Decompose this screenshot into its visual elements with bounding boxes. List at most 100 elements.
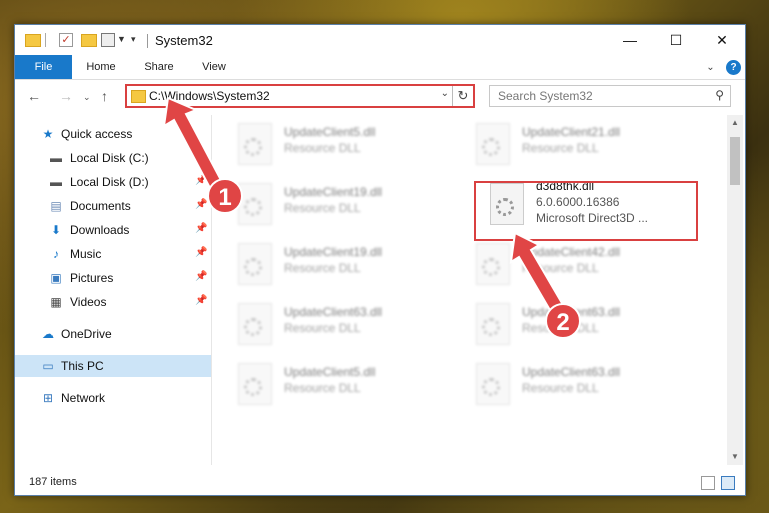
vertical-scrollbar[interactable]: ▲ ▼	[727, 115, 743, 465]
gear-icon	[244, 138, 262, 156]
cloud-icon: ☁	[42, 327, 54, 341]
sidebar-item-downloads[interactable]: ⬇ Downloads 📌	[15, 219, 211, 241]
gear-icon	[244, 318, 262, 336]
quick-access-dropdown-icon[interactable]: ▾	[131, 34, 136, 50]
file-name: UpdateClient63.dll	[522, 365, 621, 379]
tab-home[interactable]: Home	[75, 55, 127, 79]
scroll-thumb[interactable]	[730, 137, 740, 185]
pictures-icon: ▣	[50, 271, 62, 285]
refresh-icon[interactable]: ↻	[452, 86, 473, 106]
file-item[interactable]: UpdateClient21.dll Resource DLL	[450, 119, 680, 169]
file-list: UpdateClient5.dll Resource DLL UpdateCli…	[212, 115, 727, 465]
file-type: Resource DLL	[284, 381, 361, 395]
forward-arrow-icon[interactable]: →	[59, 88, 73, 104]
chevron-down-icon[interactable]: ▼	[117, 34, 126, 50]
ribbon-tabs: File Home Share View ⌄ ?	[15, 55, 745, 80]
pin-icon[interactable]: 📌	[195, 175, 207, 186]
sidebar-item-label: Network	[61, 391, 106, 405]
tab-share[interactable]: Share	[133, 55, 185, 79]
sidebar-item-onedrive[interactable]: ☁ OneDrive	[15, 323, 211, 345]
sidebar-item-local-disk-d[interactable]: ▬ Local Disk (D:) 📌	[15, 171, 211, 193]
file-type: Resource DLL	[284, 321, 361, 335]
file-item[interactable]: UpdateClient63.dll Resource DLL	[450, 359, 680, 409]
file-item[interactable]: UpdateClient5.dll Resource DLL	[212, 359, 442, 409]
details-view-icon[interactable]	[701, 476, 715, 490]
tab-view[interactable]: View	[191, 55, 237, 79]
sidebar-item-this-pc[interactable]: ▭ This PC	[15, 355, 211, 377]
divider	[45, 33, 46, 47]
up-arrow-icon[interactable]: ↑	[101, 88, 108, 104]
search-icon[interactable]: ⚲	[715, 88, 724, 102]
navigation-bar: ← → ⌄ ↑ C:\Windows\System32 ⌄ ↻ Search S…	[15, 80, 745, 114]
expand-ribbon-icon[interactable]: ⌄	[706, 62, 714, 73]
sidebar-item-label: Documents	[70, 199, 131, 213]
new-folder-icon[interactable]	[81, 34, 97, 47]
close-button[interactable]: ✕	[699, 25, 745, 55]
gear-icon	[482, 318, 500, 336]
address-bar[interactable]: C:\Windows\System32 ⌄ ↻	[125, 84, 475, 108]
dll-file-icon	[238, 123, 272, 165]
sidebar-item-videos[interactable]: ▦ Videos 📌	[15, 291, 211, 313]
pin-icon[interactable]: 📌	[195, 295, 207, 306]
drive-icon: ▬	[50, 151, 62, 165]
file-item[interactable]: UpdateClient63.dll Resource DLL	[212, 299, 442, 349]
folder-icon	[131, 90, 146, 103]
file-item[interactable]: UpdateClient42.dll Resource DLL	[450, 239, 680, 289]
documents-icon: ▤	[50, 199, 62, 213]
address-dropdown-icon[interactable]: ⌄	[441, 88, 449, 99]
minimize-button[interactable]: —	[607, 25, 653, 55]
scroll-up-icon[interactable]: ▲	[727, 115, 743, 131]
dll-file-icon	[476, 363, 510, 405]
sidebar-item-quick-access[interactable]: ★ Quick access	[15, 123, 211, 145]
back-arrow-icon[interactable]: ←	[27, 88, 41, 104]
videos-icon: ▦	[50, 295, 62, 309]
address-path[interactable]: C:\Windows\System32	[149, 89, 270, 103]
large-icons-view-icon[interactable]	[721, 476, 735, 490]
divider	[147, 34, 148, 48]
file-name: UpdateClient63.dll	[284, 305, 383, 319]
file-type: Resource DLL	[284, 201, 361, 215]
file-name: UpdateClient5.dll	[284, 125, 376, 139]
maximize-button[interactable]: ☐	[653, 25, 699, 55]
recent-locations-icon[interactable]: ⌄	[83, 92, 91, 103]
star-icon: ★	[42, 127, 54, 141]
properties-check-icon[interactable]: ✓	[59, 33, 73, 47]
pin-icon[interactable]: 📌	[195, 223, 207, 234]
pin-icon[interactable]: 📌	[195, 199, 207, 210]
sidebar-item-network[interactable]: ⊞ Network	[15, 387, 211, 409]
gear-icon	[482, 258, 500, 276]
file-type: Resource DLL	[284, 261, 361, 275]
file-type: Resource DLL	[284, 141, 361, 155]
pin-icon[interactable]: 📌	[195, 271, 207, 282]
sidebar-item-label: Local Disk (D:)	[70, 175, 149, 189]
network-icon: ⊞	[42, 391, 54, 405]
sidebar-item-music[interactable]: ♪ Music 📌	[15, 243, 211, 265]
file-name: UpdateClient19.dll	[284, 245, 383, 259]
sidebar-item-documents[interactable]: ▤ Documents 📌	[15, 195, 211, 217]
search-input[interactable]: Search System32 ⚲	[489, 85, 731, 107]
customize-icon[interactable]	[101, 33, 115, 47]
sidebar-item-label: Pictures	[70, 271, 114, 285]
tab-file[interactable]: File	[15, 55, 72, 79]
sidebar-item-label: OneDrive	[61, 327, 112, 341]
sidebar-item-label: Local Disk (C:)	[70, 151, 149, 165]
scroll-down-icon[interactable]: ▼	[727, 449, 743, 465]
file-item[interactable]: UpdateClient19.dll Resource DLL	[212, 179, 442, 229]
item-count: 187 items	[29, 476, 77, 488]
gear-icon	[244, 378, 262, 396]
file-item[interactable]: UpdateClient5.dll Resource DLL	[212, 119, 442, 169]
folder-icon	[25, 34, 41, 47]
pin-icon[interactable]: 📌	[195, 247, 207, 258]
dll-file-icon	[238, 243, 272, 285]
file-item[interactable]: UpdateClient63.dll Resource DLL	[450, 299, 680, 349]
file-item[interactable]: UpdateClient19.dll Resource DLL	[212, 239, 442, 289]
sidebar-item-local-disk-c[interactable]: ▬ Local Disk (C:)	[15, 147, 211, 169]
computer-icon: ▭	[42, 359, 54, 373]
sidebar-item-pictures[interactable]: ▣ Pictures 📌	[15, 267, 211, 289]
music-icon: ♪	[53, 247, 59, 261]
file-highlight-box	[474, 181, 698, 241]
gear-icon	[482, 138, 500, 156]
gear-icon	[244, 198, 262, 216]
help-icon[interactable]: ?	[726, 60, 741, 75]
title-bar: ✓ ▼ ▾ System32 — ☐ ✕	[15, 25, 745, 55]
